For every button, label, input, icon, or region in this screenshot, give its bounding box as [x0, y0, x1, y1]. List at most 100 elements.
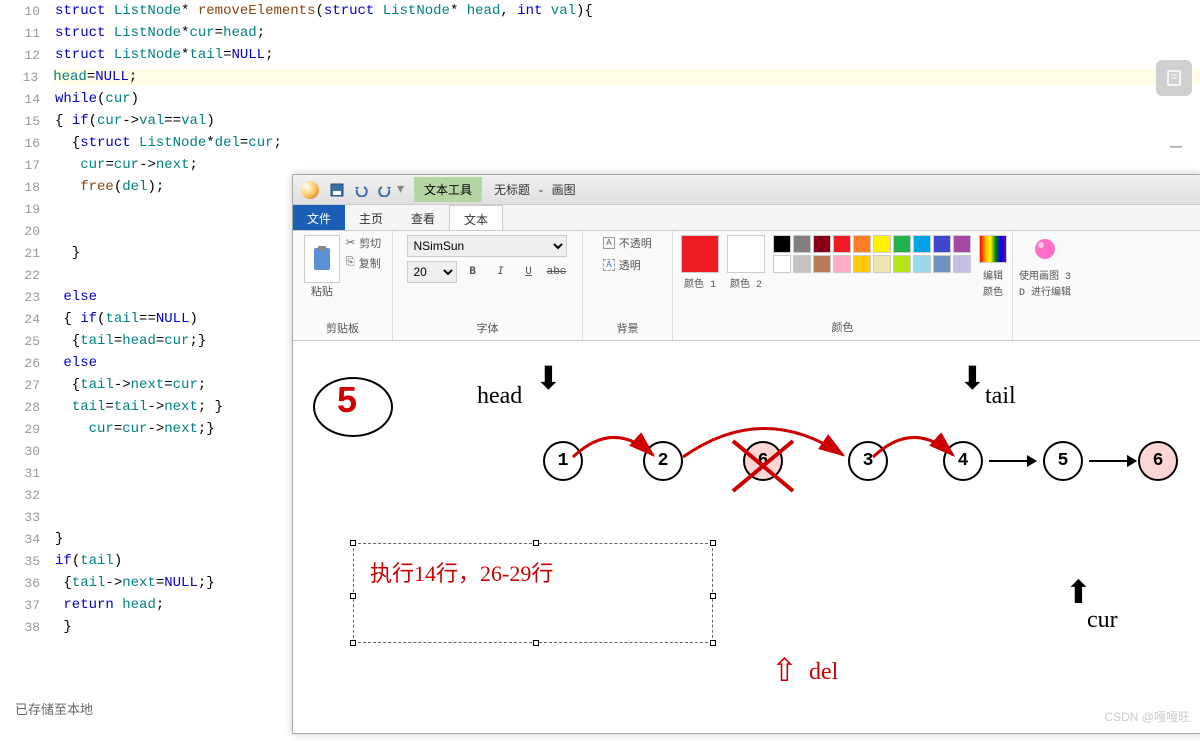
code-text: struct ListNode*cur=head;: [55, 25, 265, 41]
line-number: 11: [0, 26, 55, 41]
code-text: {tail->next=NULL;}: [55, 575, 215, 591]
paint-canvas[interactable]: 5 ⬇ head ⬇ tail 1263456 执行14行，26-29行 ⬆ c…: [293, 341, 1200, 733]
code-text: else: [55, 289, 97, 305]
color-palette[interactable]: [773, 235, 971, 315]
side-document-icon[interactable]: [1156, 60, 1192, 96]
color-swatch[interactable]: [913, 235, 931, 253]
color-swatch[interactable]: [893, 235, 911, 253]
color-swatch[interactable]: [933, 255, 951, 273]
code-text: head=NULL;: [53, 69, 1200, 85]
transparent-option[interactable]: A透明: [603, 257, 651, 273]
list-node: 6: [1138, 441, 1178, 481]
code-text: return head;: [55, 597, 164, 613]
step-number: 5: [337, 379, 357, 421]
annotation-textbox[interactable]: 执行14行，26-29行: [353, 543, 713, 643]
annotation-text: 执行14行，26-29行: [370, 561, 553, 586]
list-node: 2: [643, 441, 683, 481]
code-line[interactable]: 14while(cur): [0, 88, 1200, 110]
bold-button[interactable]: B: [461, 261, 485, 283]
text-tool-tab[interactable]: 文本工具: [414, 177, 482, 202]
font-size-select[interactable]: 20: [407, 261, 457, 283]
code-text: struct ListNode*tail=NULL;: [55, 47, 273, 63]
menu-home[interactable]: 主页: [345, 205, 397, 230]
arrow-down-head: ⬇: [535, 359, 562, 399]
code-text: else: [55, 355, 97, 371]
window-title: 无标题 - 画图: [494, 181, 576, 198]
color-swatch[interactable]: [833, 235, 851, 253]
line-number: 15: [0, 114, 55, 129]
color-swatch[interactable]: [933, 235, 951, 253]
save-icon[interactable]: [327, 180, 347, 200]
color-swatch[interactable]: [773, 255, 791, 273]
code-line[interactable]: 16 {struct ListNode*del=cur;: [0, 132, 1200, 154]
cut-button[interactable]: ✂剪切: [346, 235, 381, 251]
color-swatch[interactable]: [953, 235, 971, 253]
menu-view[interactable]: 查看: [397, 205, 449, 230]
strike-button[interactable]: abc: [545, 261, 569, 283]
color1-label: 颜色 1: [681, 275, 719, 291]
line-number: 18: [0, 180, 55, 195]
color-swatch[interactable]: [833, 255, 851, 273]
code-line[interactable]: 11struct ListNode*cur=head;: [0, 22, 1200, 44]
color2-preview[interactable]: [727, 235, 765, 273]
line-number: 28: [0, 400, 55, 415]
code-line[interactable]: 17 cur=cur->next;: [0, 154, 1200, 176]
color-swatch[interactable]: [953, 255, 971, 273]
edit-colors-button[interactable]: 编辑 颜色: [979, 235, 1007, 315]
color1-preview[interactable]: [681, 235, 719, 273]
code-text: }: [55, 245, 80, 261]
underline-button[interactable]: U: [517, 261, 541, 283]
italic-button[interactable]: I: [489, 261, 513, 283]
code-text: { if(tail==NULL): [55, 311, 198, 327]
code-line[interactable]: 10struct ListNode* removeElements(struct…: [0, 0, 1200, 22]
line-number: 24: [0, 312, 55, 327]
color-swatch[interactable]: [773, 235, 791, 253]
list-node: 4: [943, 441, 983, 481]
copy-button[interactable]: ⎘复制: [346, 255, 381, 271]
color-swatch[interactable]: [873, 235, 891, 253]
menu-text[interactable]: 文本: [449, 205, 503, 230]
code-line[interactable]: 15{ if(cur->val==val): [0, 110, 1200, 132]
opaque-option[interactable]: A不透明: [603, 235, 651, 251]
menu-file[interactable]: 文件: [293, 205, 345, 230]
list-node: 1: [543, 441, 583, 481]
color-swatch[interactable]: [853, 255, 871, 273]
color-swatch[interactable]: [793, 255, 811, 273]
redo-icon[interactable]: [375, 180, 395, 200]
head-label: head: [477, 383, 522, 410]
arrow-right-icon: [987, 449, 1037, 478]
color-swatch[interactable]: [793, 235, 811, 253]
code-text: if(tail): [55, 553, 122, 569]
code-line[interactable]: 13head=NULL;: [0, 66, 1200, 88]
color-swatch[interactable]: [873, 255, 891, 273]
list-node: 6: [743, 441, 783, 481]
color-swatch[interactable]: [813, 235, 831, 253]
code-text: }: [55, 619, 72, 635]
color-swatch[interactable]: [813, 255, 831, 273]
line-number: 20: [0, 224, 55, 239]
side-minus-icon[interactable]: —: [1170, 136, 1182, 159]
color-swatch[interactable]: [853, 235, 871, 253]
line-number: 23: [0, 290, 55, 305]
code-text: tail=tail->next; }: [55, 399, 223, 415]
line-number: 17: [0, 158, 55, 173]
line-number: 36: [0, 576, 55, 591]
font-name-select[interactable]: NSimSun: [407, 235, 567, 257]
color-swatch[interactable]: [893, 255, 911, 273]
font-label: 字体: [477, 320, 499, 336]
line-number: 29: [0, 422, 55, 437]
color-swatch[interactable]: [913, 255, 931, 273]
arrow-right-icon: [1087, 449, 1137, 478]
code-text: cur=cur->next;}: [55, 421, 215, 437]
line-number: 26: [0, 356, 55, 371]
line-number: 32: [0, 488, 55, 503]
undo-icon[interactable]: [351, 180, 371, 200]
line-number: 31: [0, 466, 55, 481]
code-line[interactable]: 12struct ListNode*tail=NULL;: [0, 44, 1200, 66]
paint3d-button[interactable]: 使用画图 3 D 进行编辑: [1015, 235, 1075, 315]
line-number: 34: [0, 532, 55, 547]
code-text: }: [55, 531, 63, 547]
paste-button[interactable]: [304, 235, 340, 283]
line-number: 30: [0, 444, 55, 459]
arrow-down-tail: ⬇: [959, 359, 986, 399]
